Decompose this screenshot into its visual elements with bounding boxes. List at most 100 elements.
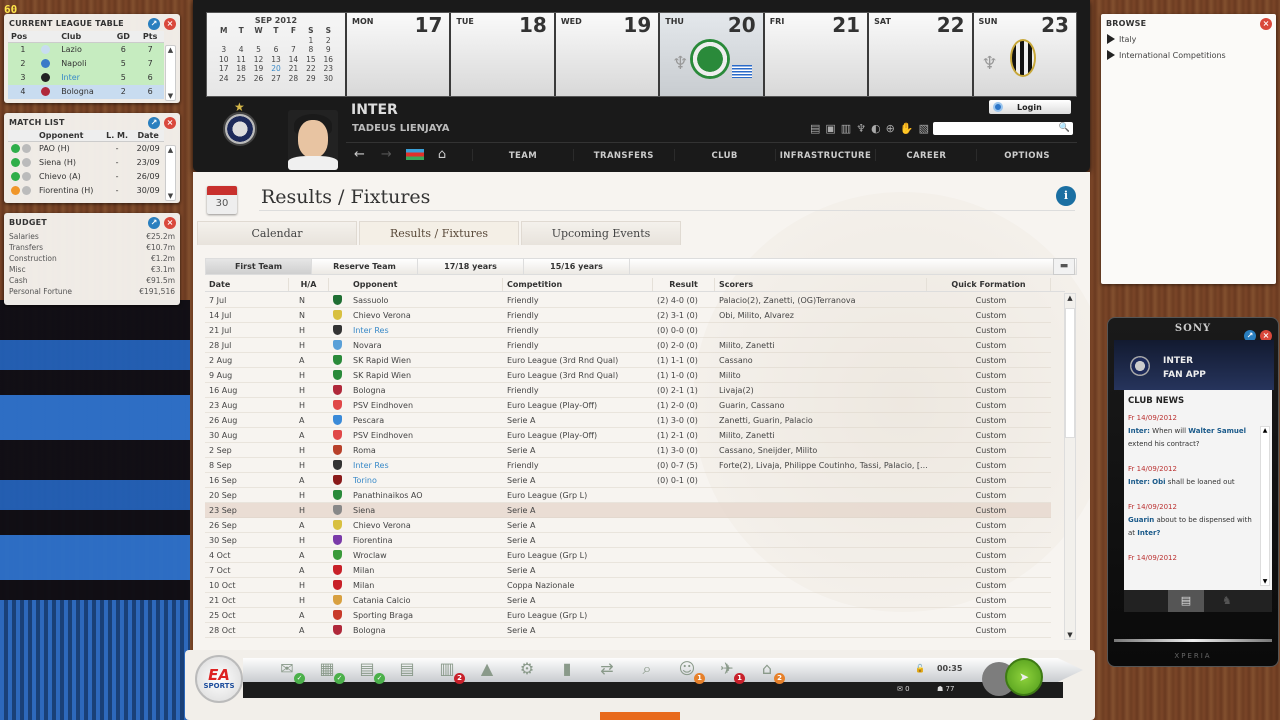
- news-tab-icon[interactable]: ▤: [1168, 590, 1204, 612]
- handshake-icon[interactable]: ✋: [900, 122, 914, 135]
- league-table-row[interactable]: 3 Inter 5 6: [8, 70, 164, 85]
- scroll-down-icon[interactable]: ▼: [1263, 578, 1268, 585]
- calendar-day[interactable]: 20: [267, 64, 284, 74]
- opponent[interactable]: Milan: [349, 578, 503, 592]
- menu-team[interactable]: TEAM: [472, 148, 573, 161]
- expand-icon[interactable]: ↗: [148, 117, 160, 129]
- fixture-row[interactable]: 10 Oct H Milan Coppa Nazionale Custom: [205, 578, 1051, 593]
- juventus-crest-icon[interactable]: [1009, 39, 1036, 77]
- window-icon[interactable]: ▣: [825, 122, 835, 135]
- news-item[interactable]: Fr 14/09/2012 Inter: When will Walter Sam…: [1124, 410, 1256, 461]
- quick-formation[interactable]: Custom: [927, 323, 1051, 337]
- col-lm[interactable]: L. M.: [101, 130, 133, 142]
- home-icon[interactable]: ⌂: [438, 147, 446, 162]
- col-pos[interactable]: Pos: [8, 31, 38, 43]
- col-pts[interactable]: Pts: [136, 31, 164, 43]
- calendar-day[interactable]: 10: [215, 55, 232, 65]
- close-icon[interactable]: ×: [1260, 18, 1272, 30]
- search-icon[interactable]: 🔍: [1059, 123, 1070, 133]
- opponent[interactable]: PSV Eindhoven: [349, 428, 503, 442]
- calendar-day[interactable]: 3: [215, 45, 232, 55]
- fixture-row[interactable]: 4 Oct A Wroclaw Euro League (Grp L) Custom: [205, 548, 1051, 563]
- fixture-row[interactable]: 23 Aug H PSV Eindhoven Euro League (Play-Of…: [205, 398, 1051, 413]
- opponent[interactable]: Sassuolo: [349, 293, 503, 307]
- league-table-row[interactable]: 1 Lazio 6 7: [8, 42, 164, 57]
- menu-infrastructure[interactable]: INFRASTRUCTURE: [774, 148, 876, 161]
- opponent[interactable]: Chievo Verona: [349, 518, 503, 532]
- calendar-day[interactable]: 24: [215, 74, 232, 84]
- calendar-day[interactable]: 12: [250, 55, 267, 65]
- scroll-up-icon[interactable]: ▲: [1067, 294, 1072, 302]
- day-cell[interactable]: THU 20 ♆: [660, 13, 763, 96]
- league-table-scrollbar[interactable]: ▲ ▼: [165, 45, 176, 101]
- quick-formation[interactable]: Custom: [927, 593, 1051, 607]
- close-icon[interactable]: ×: [164, 217, 176, 229]
- scroll-thumb[interactable]: [1065, 308, 1075, 438]
- flag-azerbaijan-icon[interactable]: [405, 149, 424, 160]
- subtab-first-team[interactable]: First Team: [206, 259, 312, 274]
- manager-avatar[interactable]: [288, 110, 338, 170]
- match-list-row[interactable]: PAO (H) - 20/09: [8, 142, 164, 156]
- scroll-up-icon[interactable]: ▲: [168, 46, 173, 54]
- close-icon[interactable]: ×: [164, 18, 176, 30]
- calendar-day[interactable]: 26: [250, 74, 267, 84]
- scroll-down-icon[interactable]: ▼: [168, 192, 173, 200]
- calendar-day[interactable]: 15: [302, 55, 319, 65]
- club-crest[interactable]: [223, 112, 257, 146]
- calendar-day[interactable]: 29: [302, 74, 319, 84]
- transfer-icon[interactable]: ⇄: [595, 658, 619, 680]
- menu-career[interactable]: CAREER: [875, 148, 976, 161]
- subtab-reserve-team[interactable]: Reserve Team: [312, 259, 418, 274]
- info-icon[interactable]: i: [1056, 186, 1076, 206]
- youth-icon[interactable]: ⚙: [515, 658, 539, 680]
- fixture-row[interactable]: 16 Aug H Bologna Friendly (0) 2-1 (1) Livaja(…: [205, 383, 1051, 398]
- col-gd[interactable]: GD: [110, 31, 137, 43]
- fixture-row[interactable]: 21 Oct H Catania Calcio Serie A Custom: [205, 593, 1051, 608]
- col-quick-formation[interactable]: Quick Formation: [927, 278, 1051, 291]
- bus-icon[interactable]: ▬: [1053, 258, 1075, 275]
- day-cell[interactable]: FRI 21: [764, 13, 868, 96]
- quick-formation[interactable]: Custom: [927, 368, 1051, 382]
- calendar-day[interactable]: 9: [320, 45, 337, 55]
- fixture-row[interactable]: 25 Oct A Sporting Braga Euro League (Grp L)…: [205, 608, 1051, 623]
- calendar-day[interactable]: 13: [267, 55, 284, 65]
- calendar-day[interactable]: 30: [320, 74, 337, 84]
- day-cell[interactable]: SUN 23 ♆: [973, 13, 1076, 96]
- close-icon[interactable]: ×: [164, 117, 176, 129]
- login-button[interactable]: Login: [989, 100, 1071, 114]
- col-date[interactable]: Date: [205, 278, 289, 291]
- quick-formation[interactable]: Custom: [927, 608, 1051, 622]
- subtab-15-16-years[interactable]: 15/16 years: [524, 259, 630, 274]
- quick-formation[interactable]: Custom: [927, 443, 1051, 457]
- opponent[interactable]: PSV Eindhoven: [349, 398, 503, 412]
- lineup-icon[interactable]: ▥ 2: [435, 658, 465, 684]
- day-cell[interactable]: TUE 18: [451, 13, 554, 96]
- fixture-row[interactable]: 7 Oct A Milan Serie A Custom: [205, 563, 1051, 578]
- opponent[interactable]: Siena: [349, 503, 503, 517]
- back-arrow-icon[interactable]: ←: [354, 147, 365, 162]
- expand-icon[interactable]: ↗: [148, 217, 160, 229]
- news-scrollbar[interactable]: ▲ ▼: [1260, 426, 1270, 586]
- col-opponent[interactable]: Opponent: [36, 130, 102, 142]
- fixture-row[interactable]: 8 Sep H Inter Res Friendly (0) 0-7 (5) Forte(…: [205, 458, 1051, 473]
- col-scorers[interactable]: Scorers: [715, 278, 927, 291]
- league-table-row[interactable]: 4 Bologna 2 6: [8, 84, 164, 99]
- opponent[interactable]: SK Rapid Wien: [349, 353, 503, 367]
- opponent[interactable]: Roma: [349, 443, 503, 457]
- quick-formation[interactable]: Custom: [927, 623, 1051, 637]
- calendar-day[interactable]: 6: [267, 45, 284, 55]
- subtab-17-18-years[interactable]: 17/18 years: [418, 259, 524, 274]
- calendar-day[interactable]: 28: [285, 74, 302, 84]
- fixture-row[interactable]: 7 Jul N Sassuolo Friendly (2) 4-0 (0) Palacio…: [205, 293, 1051, 308]
- opponent[interactable]: Torino: [349, 473, 503, 487]
- day-cell[interactable]: WED 19: [555, 13, 659, 96]
- tab-upcoming-events[interactable]: Upcoming Events: [521, 221, 681, 245]
- match-list-row[interactable]: Chievo (A) - 26/09: [8, 170, 164, 184]
- calendar-day[interactable]: 25: [232, 74, 249, 84]
- scroll-down-icon[interactable]: ▼: [168, 92, 173, 100]
- quick-formation[interactable]: Custom: [927, 488, 1051, 502]
- calendar-day[interactable]: 27: [267, 74, 284, 84]
- history-icon[interactable]: ◐: [871, 122, 881, 135]
- quick-formation[interactable]: Custom: [927, 563, 1051, 577]
- club-name[interactable]: Lazio: [58, 43, 110, 57]
